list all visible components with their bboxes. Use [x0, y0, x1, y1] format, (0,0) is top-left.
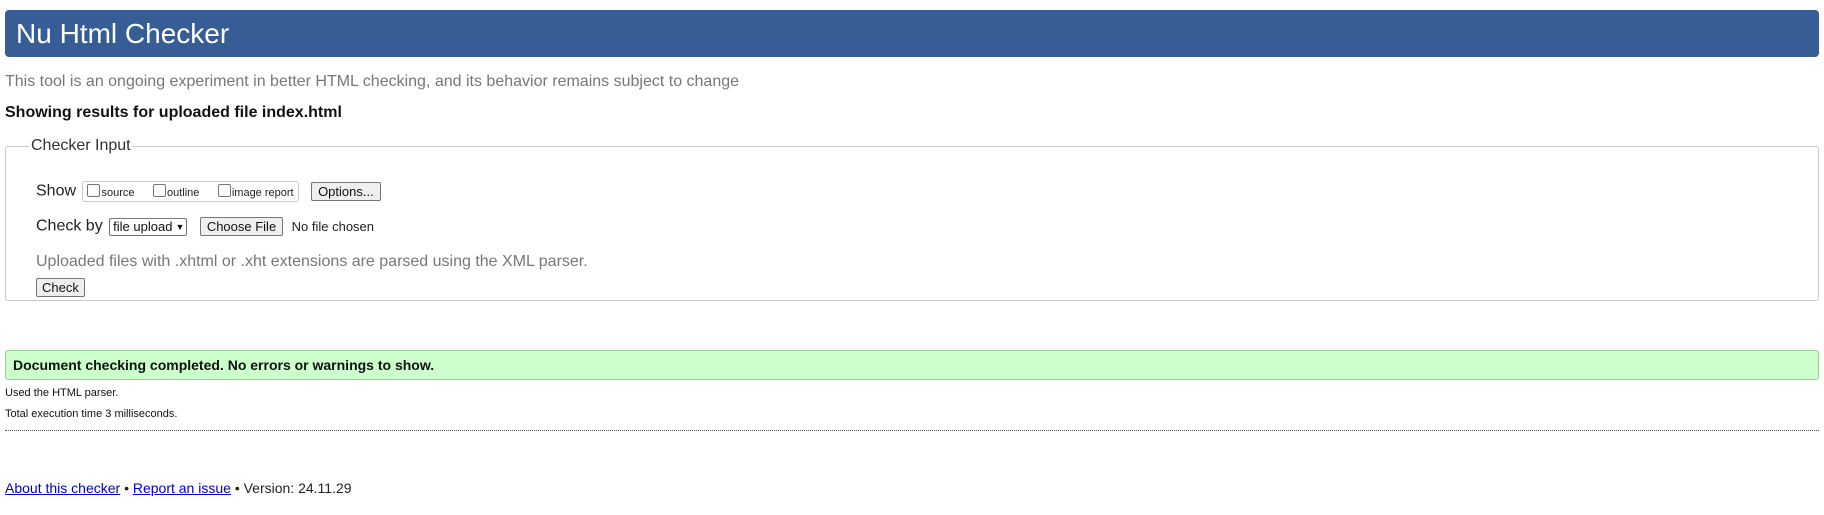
dotted-divider — [5, 430, 1819, 431]
chevron-down-icon: ▼ — [175, 221, 185, 232]
show-source-option[interactable]: source — [87, 184, 135, 202]
show-row: Show source outline image report Options… — [36, 181, 381, 202]
check-by-row: Check by file upload ▼ Choose File No fil… — [36, 217, 374, 236]
parser-detail: Used the HTML parser. — [5, 387, 119, 399]
tagline: This tool is an ongoing experiment in be… — [5, 73, 740, 90]
report-issue-link[interactable]: Report an issue — [133, 480, 231, 496]
check-button[interactable]: Check — [36, 278, 85, 297]
source-option-label: source — [101, 187, 135, 199]
show-image-report-option[interactable]: image report — [217, 184, 294, 202]
outline-option-label: outline — [166, 187, 200, 199]
image-report-checkbox[interactable] — [217, 184, 231, 197]
check-by-select[interactable]: file upload ▼ — [109, 217, 188, 236]
checker-input-fieldset: Checker Input Show source outline image … — [5, 137, 1819, 301]
show-outline-option[interactable]: outline — [152, 184, 200, 202]
app-header: Nu Html Checker — [5, 10, 1819, 57]
check-row: Check — [36, 278, 85, 297]
outline-checkbox[interactable] — [152, 184, 166, 197]
source-checkbox[interactable] — [87, 184, 101, 197]
checker-input-legend: Checker Input — [31, 137, 131, 154]
parser-note: Uploaded files with .xhtml or .xht exten… — [36, 253, 588, 271]
app-title: Nu Html Checker — [16, 18, 230, 49]
results-heading: Showing results for uploaded file index.… — [5, 104, 342, 121]
about-checker-link[interactable]: About this checker — [5, 480, 120, 496]
footer-separator: • — [234, 480, 240, 496]
show-options-group: source outline image report — [82, 181, 299, 202]
image-report-option-label: image report — [231, 187, 294, 199]
footer-separator: • — [124, 480, 129, 496]
options-button[interactable]: Options... — [311, 182, 381, 201]
success-message: Document checking completed. No errors o… — [5, 350, 1819, 380]
check-by-selected-value: file upload — [113, 218, 173, 234]
parser-note-text: Uploaded files with .xhtml or .xht exten… — [36, 253, 588, 270]
check-by-label: Check by — [36, 217, 103, 235]
choose-file-button[interactable]: Choose File — [199, 217, 284, 236]
execution-time-detail: Total execution time 3 milliseconds. — [5, 408, 178, 420]
footer: About this checker • Report an issue • V… — [5, 480, 352, 496]
version-text: Version: 24.11.29 — [243, 480, 352, 496]
page: Nu Html Checker This tool is an ongoing … — [0, 0, 1824, 515]
file-status: No file chosen — [291, 219, 375, 234]
show-label: Show — [36, 182, 77, 200]
